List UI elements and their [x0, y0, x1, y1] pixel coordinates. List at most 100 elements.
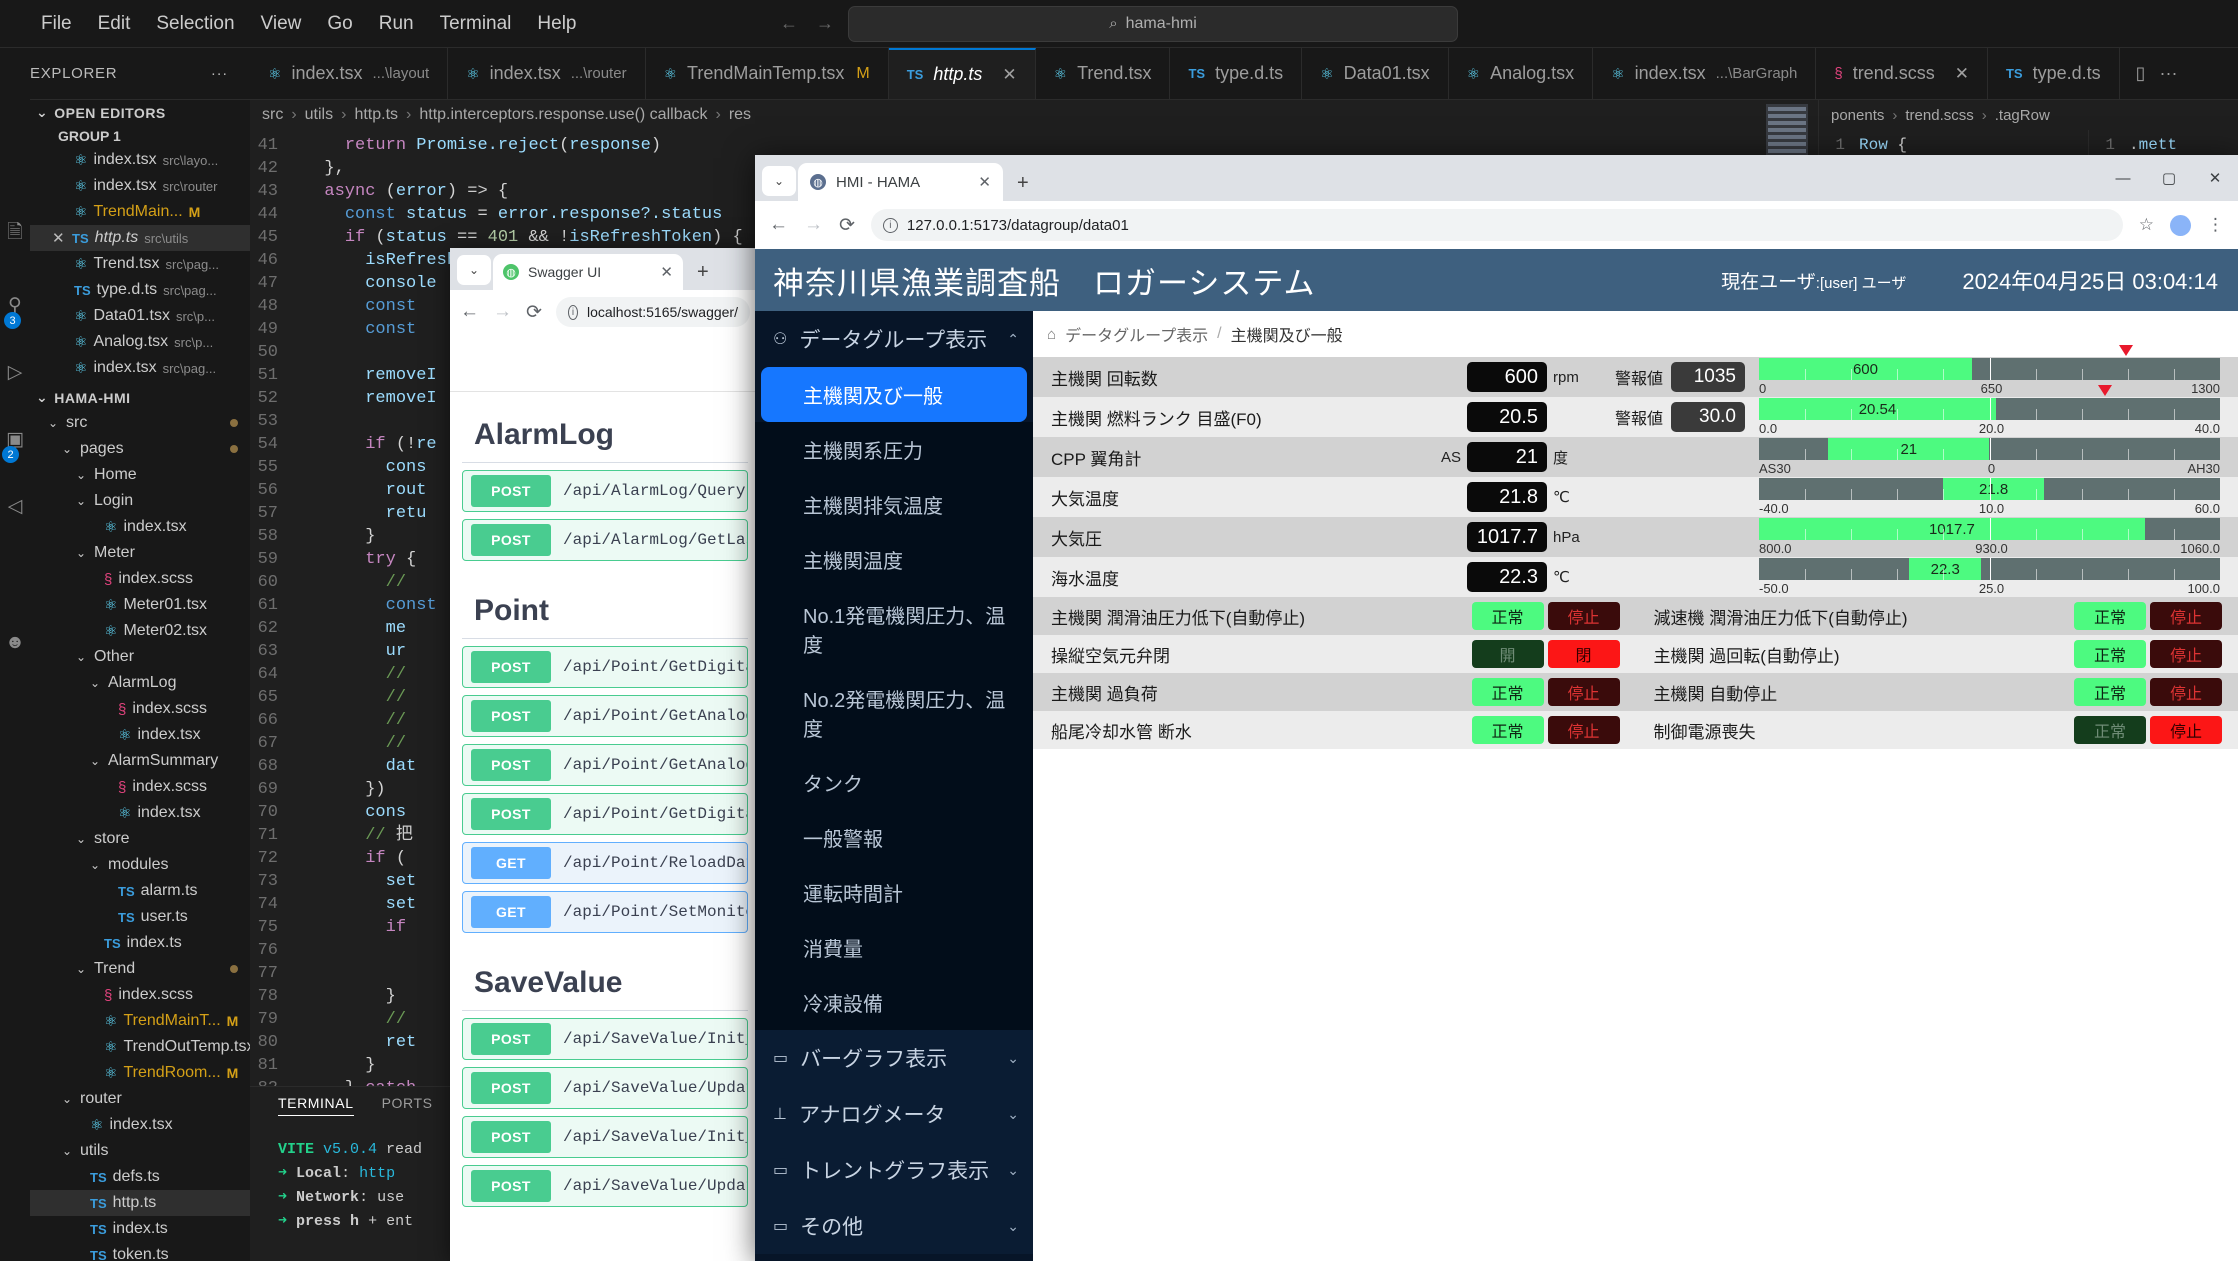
code-line[interactable]: 1 .mett	[2089, 134, 2238, 156]
swagger-operation-row[interactable]: POST/api/SaveValue/UpdateC	[462, 1067, 748, 1109]
editor-tab-type-d-ts[interactable]: TS type.d.ts	[1987, 48, 2120, 99]
chevron-down-icon[interactable]: ⌄	[1007, 1162, 1019, 1179]
swagger-operation-row[interactable]: POST/api/Point/GetAnalogVa	[462, 744, 748, 786]
explorer-activity-icon[interactable]: 🗎	[7, 218, 22, 250]
tree-node-AlarmLog[interactable]: ⌄ AlarmLog	[30, 670, 250, 696]
breadcrumb-segment[interactable]: http.interceptors.response.use() callbac…	[419, 106, 707, 124]
open-editor-row[interactable]: ⚛ Analog.tsx src\p...	[30, 329, 250, 355]
tree-node-TrendMainT[interactable]: ⚛ TrendMainT... M	[30, 1008, 250, 1034]
breadcrumb-segment[interactable]: trend.scss	[1905, 107, 1973, 124]
tree-node-store[interactable]: ⌄ store	[30, 826, 250, 852]
code-line[interactable]: 1 Row {	[1819, 134, 2088, 156]
back-icon[interactable]: ←	[460, 301, 479, 323]
tab-overflow-controls[interactable]: ▯ ···	[2119, 48, 2194, 99]
menu-view[interactable]: View	[248, 9, 315, 39]
explorer-more-icon[interactable]: ···	[211, 65, 228, 82]
close-window-button[interactable]: ✕	[2192, 155, 2238, 201]
home-icon[interactable]: ⌂	[1047, 326, 1056, 343]
right-editor-breadcrumb[interactable]: ponents › trend.scss › .tagRow	[1819, 100, 2238, 130]
nav-group-meter-icon[interactable]: ⊥ アナログメータ ⌄	[755, 1086, 1033, 1142]
tree-node-indexscss[interactable]: § index.scss	[30, 982, 250, 1008]
editor-tab-trend-scss[interactable]: § trend.scss ✕	[1816, 48, 1988, 99]
terminal-tab-ports[interactable]: PORTS	[382, 1095, 433, 1116]
breadcrumb-segment[interactable]: res	[729, 106, 751, 124]
vscode-menubar[interactable]: File Edit Selection View Go Run Terminal Help	[28, 9, 590, 39]
activity-bar[interactable]: 🗎 ⚲ 3 ▷ ▣ 2 ◁ ☻	[0, 48, 30, 1261]
tree-node-indextsx[interactable]: ⚛ index.tsx	[30, 1112, 250, 1138]
tree-node-httpts[interactable]: TS http.ts	[30, 1190, 250, 1216]
maximize-button[interactable]: ▢	[2146, 155, 2192, 201]
tree-node-router[interactable]: ⌄ router	[30, 1086, 250, 1112]
forward-icon[interactable]: →	[804, 214, 823, 236]
back-icon[interactable]: ←	[769, 214, 788, 236]
swagger-operation-row[interactable]: POST/api/SaveValue/Updatel	[462, 1165, 748, 1207]
open-editor-row[interactable]: ⚛ Trend.tsx src\pag...	[30, 251, 250, 277]
nav-item-active[interactable]: 主機関及び一般	[761, 367, 1027, 422]
tree-node-tokents[interactable]: TS token.ts	[30, 1242, 250, 1261]
tree-node-pages[interactable]: ⌄ pages	[30, 436, 250, 462]
tree-node-indexscss[interactable]: § index.scss	[30, 696, 250, 722]
nav-group-window-icon[interactable]: ▭ バーグラフ表示 ⌄	[755, 1030, 1033, 1086]
menu-help[interactable]: Help	[524, 9, 589, 39]
nav-item-idle[interactable]: 消費量	[755, 920, 1033, 975]
tab-search-dropdown-icon[interactable]: ⌄	[762, 166, 796, 196]
tree-node-indexts[interactable]: TS index.ts	[30, 930, 250, 956]
open-editor-row[interactable]: ⚛ TrendMain... M	[30, 199, 250, 225]
open-editor-row[interactable]: TS type.d.ts src\pag...	[30, 277, 250, 303]
tree-node-Home[interactable]: ⌄ Home	[30, 462, 250, 488]
editor-tab-index-tsx[interactable]: ⚛ index.tsx ...\layout	[250, 48, 449, 99]
breadcrumb-segment[interactable]: .tagRow	[1995, 107, 2050, 124]
run-activity-icon[interactable]: ▷	[8, 361, 23, 384]
open-editor-row[interactable]: ⚛ index.tsx src\router	[30, 173, 250, 199]
editor-tab-index-tsx[interactable]: ⚛ index.tsx ...\BarGraph	[1593, 48, 1817, 99]
editor-tab-index-tsx[interactable]: ⚛ index.tsx ...\router	[448, 48, 646, 99]
chevron-up-icon[interactable]: ⌃	[1007, 331, 1019, 348]
nav-item-idle[interactable]: 主機関排気温度	[755, 477, 1033, 532]
tree-node-indexscss[interactable]: § index.scss	[30, 774, 250, 800]
swagger-operation-row[interactable]: GET/api/Point/SetMonitorS	[462, 891, 748, 933]
tree-node-Meter02tsx[interactable]: ⚛ Meter02.tsx	[30, 618, 250, 644]
extensions-activity-icon[interactable]: ▣ 2	[2, 428, 24, 463]
open-editor-row[interactable]: ⚛ Data01.tsx src\p...	[30, 303, 250, 329]
project-header[interactable]: ⌄ HAMA-HMI	[30, 385, 250, 410]
chevron-down-icon[interactable]: ⌄	[1007, 1106, 1019, 1123]
menu-terminal[interactable]: Terminal	[427, 9, 525, 39]
swagger-operation-row[interactable]: POST/api/Point/GetDigitalL	[462, 646, 748, 688]
nav-item-idle[interactable]: 冷凍設備	[755, 975, 1033, 1030]
tree-node-defsts[interactable]: TS defs.ts	[30, 1164, 250, 1190]
swagger-operation-row[interactable]: GET/api/Point/ReloadDatab	[462, 842, 748, 884]
tree-node-alarmts[interactable]: TS alarm.ts	[30, 878, 250, 904]
site-info-icon[interactable]: i	[882, 217, 898, 233]
nav-item-idle[interactable]: 一般警報	[755, 810, 1033, 865]
reload-icon[interactable]: ⟳	[526, 301, 542, 324]
nav-group-window-icon[interactable]: ▭ トレントグラフ表示 ⌄	[755, 1142, 1033, 1198]
hmi-tab[interactable]: ◍ HMI - HAMA ✕	[798, 163, 1003, 201]
nav-item-idle[interactable]: No.1発電機関圧力、温度	[755, 587, 1033, 671]
breadcrumb-segment[interactable]: src	[262, 106, 283, 124]
tree-node-Other[interactable]: ⌄ Other	[30, 644, 250, 670]
nav-group-window-icon[interactable]: ▭ その他 ⌄	[755, 1198, 1033, 1254]
editor-tab-Data01-tsx[interactable]: ⚛ Data01.tsx	[1302, 48, 1449, 99]
editor-tab-TrendMainTemp-tsx[interactable]: ⚛ TrendMainTemp.tsx M	[645, 48, 889, 99]
terminal-tab-terminal[interactable]: TERMINAL	[278, 1095, 354, 1116]
tree-node-utils[interactable]: ⌄ utils	[30, 1138, 250, 1164]
close-icon[interactable]: ✕	[660, 263, 673, 281]
close-icon[interactable]: ✕	[52, 229, 66, 247]
hmi-address-bar[interactable]: i 127.0.0.1:5173/datagroup/data01	[870, 209, 2123, 241]
close-icon[interactable]: ✕	[1002, 65, 1016, 85]
nav-group-user-icon[interactable]: ⚇ データグループ表示 ⌃	[755, 311, 1033, 367]
tree-node-Meter01tsx[interactable]: ⚛ Meter01.tsx	[30, 592, 250, 618]
new-tab-button[interactable]: +	[697, 261, 709, 284]
editor-tab-Analog-tsx[interactable]: ⚛ Analog.tsx	[1448, 48, 1594, 99]
split-editor-icon[interactable]: ▯	[2136, 63, 2146, 84]
command-search-input[interactable]: ⌕ hama-hmi	[848, 5, 1458, 42]
minimize-button[interactable]: —	[2100, 155, 2146, 201]
swagger-operation-row[interactable]: POST/api/AlarmLog/GetLastA	[462, 519, 748, 561]
breadcrumb-root[interactable]: データグループ表示	[1065, 322, 1208, 346]
chevron-down-icon[interactable]: ⌄	[1007, 1050, 1019, 1067]
menu-run[interactable]: Run	[366, 9, 427, 39]
site-info-icon[interactable]: i	[567, 304, 578, 320]
swagger-operation-row[interactable]: POST/api/Point/GetDigitalV	[462, 793, 748, 835]
nav-item-idle[interactable]: 主機関系圧力	[755, 422, 1033, 477]
tree-node-TrendOutTemptsx[interactable]: ⚛ TrendOutTemp.tsx	[30, 1034, 250, 1060]
